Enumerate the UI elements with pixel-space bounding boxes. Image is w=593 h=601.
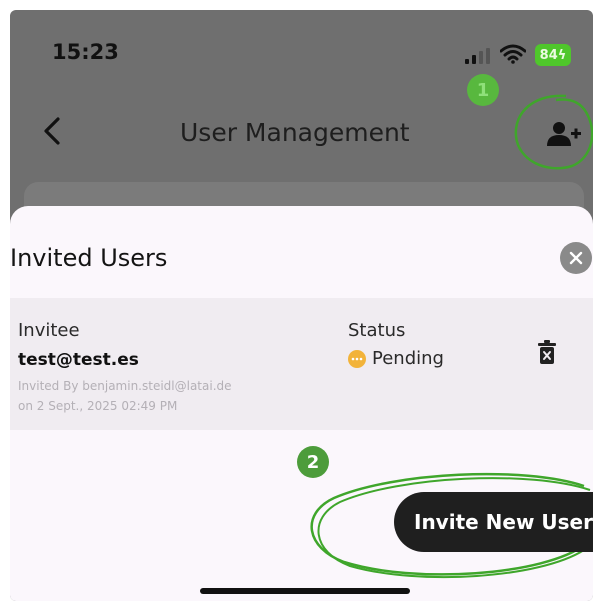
- annotation-badge-2: 2: [297, 446, 329, 478]
- close-button[interactable]: [560, 242, 592, 274]
- invited-by-text: Invited By benjamin.steidl@latai.de on 2…: [18, 376, 318, 416]
- wifi-icon: [500, 44, 526, 64]
- close-icon: [569, 251, 583, 265]
- invited-users-sheet: Invited Users Invitee Status test@test.e…: [10, 206, 593, 601]
- invitee-column-header: Invitee: [18, 320, 80, 341]
- invite-new-user-button[interactable]: Invite New User: [394, 492, 593, 552]
- invited-by-line: Invited By benjamin.steidl@latai.de: [18, 379, 232, 393]
- pending-icon: [348, 349, 366, 368]
- phone-screen: 15:23 84 ϟ User Management 1 Invited User…: [10, 10, 593, 601]
- chevron-left-icon[interactable]: [42, 116, 62, 146]
- battery-level: 84: [539, 47, 558, 63]
- invitee-email: test@test.es: [18, 350, 139, 370]
- delete-icon[interactable]: [538, 340, 556, 364]
- sheet-title: Invited Users: [10, 244, 168, 272]
- status-column-header: Status: [348, 320, 406, 341]
- page-title: User Management: [180, 118, 410, 147]
- person-add-icon: [547, 122, 581, 146]
- invite-row: Invitee Status test@test.es Invited By b…: [10, 298, 593, 430]
- status-badge: Pending: [348, 348, 444, 369]
- add-user-button[interactable]: [542, 114, 586, 154]
- status-time: 15:23: [52, 40, 119, 64]
- status-label: Pending: [372, 348, 444, 369]
- bolt-icon: ϟ: [557, 47, 567, 63]
- annotation-badge-1: 1: [467, 74, 499, 106]
- signal-icon: [465, 48, 490, 64]
- home-indicator: [200, 588, 410, 594]
- invited-on-line: on 2 Sept., 2025 02:49 PM: [18, 399, 178, 413]
- battery-charging-icon: 84 ϟ: [535, 44, 571, 66]
